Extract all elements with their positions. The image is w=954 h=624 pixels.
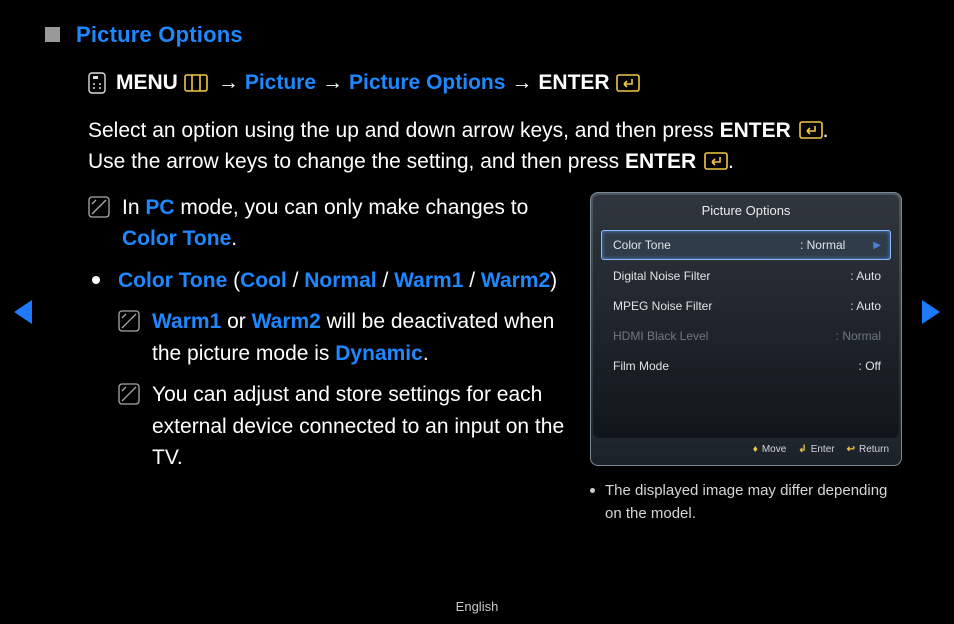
intro-enter: ENTER [720,119,791,142]
path-arrow: → [218,67,239,99]
opt-text: / [463,269,481,292]
path-enter-label: ENTER [538,67,609,99]
return-icon: ↩ [847,442,855,457]
chevron-right-icon: ▶ [873,238,881,253]
sub-text: or [221,310,251,333]
note-color-tone: Color Tone [122,227,231,250]
remote-icon [88,72,106,94]
panel-list: Color Tone : Normal ▶ Digital Noise Filte… [593,230,899,380]
panel-title: Picture Options [593,195,899,229]
panel-item-color-tone[interactable]: Color Tone : Normal ▶ [601,230,891,260]
panel-item-value: : Auto [850,267,881,285]
image-disclaimer: The displayed image may differ depending… [590,480,890,525]
intro-enter: ENTER [625,150,696,173]
path-menu-label: MENU [116,67,178,99]
panel-item-label: MPEG Noise Filter [613,297,712,315]
panel-item-label: Color Tone [613,236,671,254]
panel-item-value: : Off [859,357,881,375]
next-page-button[interactable] [922,300,940,324]
path-arrow: → [322,67,343,99]
footer-move: Move [762,442,786,457]
note-text: mode, you can only make changes to [175,196,529,219]
enter-icon [616,74,640,92]
intro-paragraph: Select an option using the up and down a… [40,115,860,178]
note-pc: PC [145,196,174,219]
panel-footer: ♦ Move ↲ Enter ↩ Return [593,438,899,463]
opt-text: ( [227,269,240,292]
panel-item-digital-noise[interactable]: Digital Noise Filter : Auto [601,262,891,290]
path-picture-options: Picture Options [349,67,505,99]
panel-item-value: : Normal [836,327,881,345]
move-icon: ♦ [753,442,758,457]
sub-warm1: Warm1 [152,310,221,333]
sub-warm2: Warm2 [252,310,321,333]
opt-warm2: Warm2 [481,269,550,292]
bullet-icon [590,488,595,493]
triangle-right-icon [922,300,940,324]
menu-icon [184,74,208,92]
panel-item-mpeg-noise[interactable]: MPEG Noise Filter : Auto [601,292,891,320]
opt-warm1: Warm1 [394,269,463,292]
sub-text: . [423,342,429,365]
option-color-tone: Color Tone (Cool / Normal / Warm1 / Warm… [88,265,576,297]
note-icon [118,383,140,474]
panel-item-hdmi-black: HDMI Black Level : Normal [601,322,891,350]
note-text: In [122,196,145,219]
opt-color-tone: Color Tone [118,269,227,292]
opt-text: ) [550,269,557,292]
note-icon [88,196,110,255]
enter-icon [704,152,728,170]
intro-text: . [728,150,734,173]
panel-item-film-mode[interactable]: Film Mode : Off [601,352,891,380]
note-warm-deactivated: Warm1 or Warm2 will be deactivated when … [118,306,576,369]
panel-item-label: Film Mode [613,357,669,375]
enter-icon [799,121,823,139]
sub-text: You can adjust and store settings for ea… [152,379,576,474]
section-bullet [45,27,60,42]
path-arrow: → [511,67,532,99]
intro-text: Select an option using the up and down a… [88,119,720,142]
opt-normal: Normal [304,269,376,292]
triangle-left-icon [14,300,32,324]
panel-item-value: : Auto [850,297,881,315]
opt-cool: Cool [240,269,287,292]
note-external-device: You can adjust and store settings for ea… [118,379,576,474]
footer-language: English [0,597,954,617]
prev-page-button[interactable] [14,300,32,324]
breadcrumb: MENU → Picture → Picture Options → ENTER [40,67,910,99]
opt-text: / [287,269,305,292]
note-text: . [231,227,237,250]
path-picture: Picture [245,67,316,99]
sub-dynamic: Dynamic [335,342,423,365]
note-icon [118,310,140,369]
page-title: Picture Options [76,18,243,51]
footer-return: Return [859,442,889,457]
image-disclaimer-text: The displayed image may differ depending… [605,480,890,525]
opt-text: / [377,269,395,292]
enter-small-icon: ↲ [798,442,806,457]
footer-enter: Enter [811,442,835,457]
panel-item-label: Digital Noise Filter [613,267,710,285]
settings-panel: Picture Options Color Tone : Normal ▶ Dig… [590,192,902,467]
note-pc-mode: In PC mode, you can only make changes to… [88,192,576,255]
panel-item-label: HDMI Black Level [613,327,708,345]
bullet-icon [92,276,100,284]
panel-item-value: : Normal [800,236,845,254]
